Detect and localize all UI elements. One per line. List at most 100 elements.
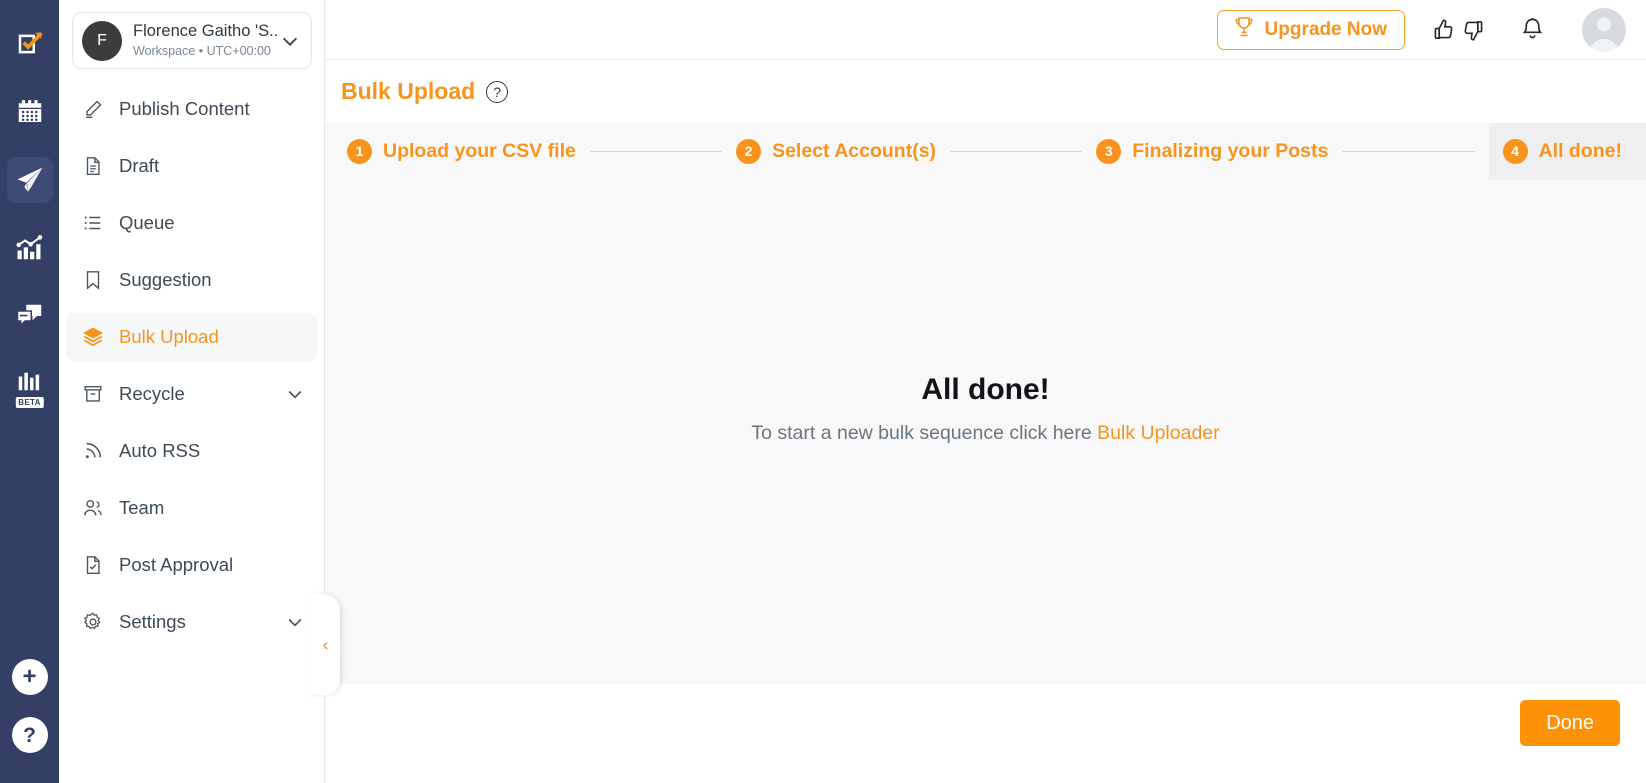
step-number: 3 (1096, 138, 1122, 164)
rail-item-calendar[interactable] (0, 78, 59, 146)
sidebar-item-label: Post Approval (119, 554, 234, 575)
stepper-step-3[interactable]: 3 Finalizing your Posts (1096, 127, 1328, 176)
sidebar-item-bulk-upload[interactable]: Bulk Upload (66, 313, 317, 361)
sidebar: F Florence Gaitho 'S... Workspace • UTC+… (59, 0, 340, 783)
trophy-icon (1232, 15, 1256, 45)
sidebar-item-auto-rss[interactable]: Auto RSS (66, 427, 317, 475)
chat-bubbles-icon (7, 293, 53, 339)
sidebar-menu: Publish Content Draft Queue Suggestion B… (59, 85, 324, 646)
all-done-title: All done! (921, 373, 1050, 406)
rail-item-publish[interactable] (0, 146, 59, 214)
topbar-icons (1427, 16, 1548, 43)
analytics-icon (7, 225, 53, 271)
main-area: Upgrade Now Bulk Upload ? 1 Upload your … (325, 0, 1646, 783)
workspace-selector-wrap: F Florence Gaitho 'S... Workspace • UTC+… (59, 0, 324, 69)
beta-badge: BETA (15, 397, 44, 408)
done-button[interactable]: Done (1520, 700, 1620, 746)
layers-icon (80, 325, 106, 349)
icon-rail: BETA + ? (0, 0, 59, 783)
help-circle-icon[interactable]: ? (486, 80, 509, 103)
bulk-uploader-link[interactable]: Bulk Uploader (1097, 422, 1219, 444)
calendar-icon (7, 89, 53, 135)
thumbs-down-icon[interactable] (1458, 17, 1489, 43)
sidebar-item-queue[interactable]: Queue (66, 199, 317, 247)
rail-item-analytics[interactable] (0, 214, 59, 282)
workspace-selector[interactable]: F Florence Gaitho 'S... Workspace • UTC+… (72, 12, 312, 69)
all-done-subtitle-text: To start a new bulk sequence click here (751, 422, 1098, 444)
stepper-step-4[interactable]: 4 All done! (1488, 122, 1646, 180)
chevron-left-icon: ‹ (322, 635, 329, 654)
users-icon (80, 497, 106, 519)
upgrade-now-button[interactable]: Upgrade Now (1216, 9, 1405, 50)
rail-item-reports[interactable]: BETA (0, 350, 59, 418)
sidebar-item-recycle[interactable]: Recycle (66, 370, 317, 418)
sidebar-item-label: Settings (119, 611, 186, 632)
step-number: 2 (736, 138, 762, 164)
sidebar-item-publish-content[interactable]: Publish Content (66, 85, 317, 133)
pencil-icon (80, 98, 106, 120)
page-title: Bulk Upload (341, 78, 476, 104)
content-area: 1 Upload your CSV file 2 Select Account(… (325, 122, 1646, 684)
chevron-down-icon[interactable] (285, 612, 305, 632)
sidebar-item-team[interactable]: Team (66, 484, 317, 532)
sidebar-item-draft[interactable]: Draft (66, 142, 317, 190)
document-icon (80, 155, 106, 177)
workspace-name: Florence Gaitho 'S... (133, 22, 279, 40)
step-label: Select Account(s) (772, 139, 937, 162)
sidebar-item-settings[interactable]: Settings (66, 598, 317, 646)
page-header: Bulk Upload ? (325, 60, 1646, 123)
footer-bar: Done (325, 684, 1646, 762)
avatar[interactable] (1582, 7, 1626, 52)
sidebar-item-label: Bulk Upload (119, 326, 219, 347)
gear-icon (80, 611, 106, 633)
sidebar-item-label: Recycle (119, 383, 185, 404)
workspace-avatar: F (82, 20, 122, 61)
sidebar-item-label: Queue (119, 212, 175, 233)
rail-item-compose[interactable] (0, 10, 59, 78)
document-check-icon (80, 554, 106, 576)
step-label: Upload your CSV file (383, 139, 576, 162)
icon-rail-top: BETA (0, 0, 59, 418)
bell-icon[interactable] (1517, 16, 1548, 43)
top-bar: Upgrade Now (325, 0, 1646, 60)
compose-icon (7, 21, 53, 67)
archive-icon (80, 383, 106, 405)
step-number: 4 (1502, 138, 1528, 164)
workspace-subtitle: Workspace • UTC+00:00 (133, 44, 271, 58)
list-icon (80, 212, 106, 234)
stepper-step-2[interactable]: 2 Select Account(s) (736, 127, 936, 176)
sidebar-item-label: Draft (119, 155, 160, 176)
sidebar-item-label: Suggestion (119, 269, 212, 290)
rail-item-inbox[interactable] (0, 282, 59, 350)
rss-icon (80, 440, 106, 462)
step-number: 1 (347, 138, 372, 164)
bulk-upload-stepper: 1 Upload your CSV file 2 Select Account(… (325, 122, 1646, 180)
all-done-subtitle: To start a new bulk sequence click here … (325, 422, 1646, 445)
sidebar-item-label: Auto RSS (119, 440, 201, 461)
chevron-down-icon[interactable] (279, 30, 301, 52)
sidebar-item-post-approval[interactable]: Post Approval (66, 541, 317, 589)
sidebar-collapse-toggle[interactable]: ‹ (308, 594, 340, 695)
thumbs-up-icon[interactable] (1427, 17, 1458, 43)
stepper-steps: 1 Upload your CSV file 2 Select Account(… (347, 122, 1646, 180)
workspace-texts: Florence Gaitho 'S... Workspace • UTC+00… (133, 22, 279, 59)
step-label: All done! (1538, 139, 1622, 162)
step-connector (1342, 150, 1475, 152)
add-button[interactable]: + (11, 659, 48, 695)
paper-plane-icon (6, 157, 53, 203)
step-label: Finalizing your Posts (1132, 139, 1329, 162)
app-root: BETA + ? F Florence Gaitho 'S... Workspa… (0, 0, 1646, 783)
sidebar-item-label: Publish Content (119, 98, 250, 119)
bookmark-icon (80, 269, 106, 291)
reports-icon: BETA (7, 361, 53, 408)
step-connector (589, 150, 723, 152)
step-connector (950, 150, 1083, 152)
help-button[interactable]: ? (11, 717, 48, 753)
sidebar-item-suggestion[interactable]: Suggestion (66, 256, 317, 304)
upgrade-now-label: Upgrade Now (1264, 18, 1387, 40)
all-done-block: All done! To start a new bulk sequence c… (325, 373, 1646, 445)
sidebar-item-label: Team (119, 497, 165, 518)
icon-rail-bottom: + ? (0, 659, 59, 775)
stepper-step-1[interactable]: 1 Upload your CSV file (347, 127, 576, 176)
chevron-down-icon[interactable] (285, 384, 305, 404)
